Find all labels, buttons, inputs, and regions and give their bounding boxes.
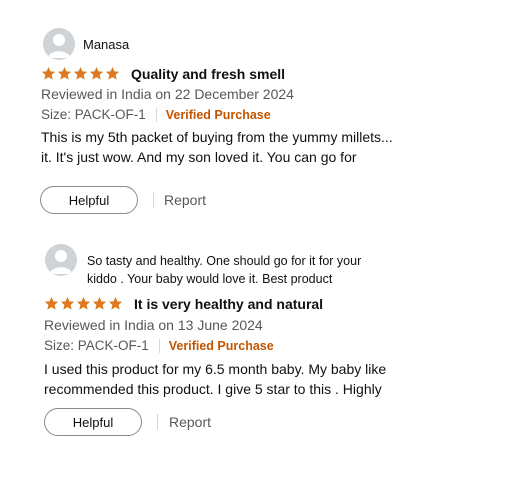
divider [158,338,160,353]
review-body-line: I used this product for my 6.5 month bab… [44,361,387,377]
review-date: Reviewed in India on 22 December 2024 [41,86,294,102]
star-filled-icon [76,296,91,310]
helpful-button[interactable]: Helpful [40,186,138,214]
review-format-line: Size: PACK-OF-1 Verified Purchase [44,338,274,353]
profile-name[interactable]: Manasa [83,37,129,52]
star-filled-icon [105,66,120,80]
user-silhouette-icon [48,34,70,58]
star-filled-icon [73,66,88,80]
verified-purchase-badge: Verified Purchase [168,338,274,353]
divider [155,107,157,122]
profile-name-line: kiddo . Your baby would love it. Best pr… [87,272,333,286]
report-link[interactable]: Report [169,414,211,430]
helpful-button[interactable]: Helpful [44,408,142,436]
star-rating[interactable] [41,66,120,81]
review-body: I used this product for my 6.5 month bab… [44,359,444,399]
report-link[interactable]: Report [164,192,206,208]
review-body: This is my 5th packet of buying from the… [41,127,441,167]
review-card: Manasa Quality and fresh smell Reviewed … [0,0,531,230]
star-filled-icon [57,66,72,80]
avatar[interactable] [43,28,75,60]
star-filled-icon [108,296,123,310]
size-label: Size: PACK-OF-1 [41,107,146,122]
avatar[interactable] [45,244,77,276]
profile-name[interactable]: So tasty and healthy. One should go for … [87,252,407,288]
review-body-line: This is my 5th packet of buying from the… [41,129,393,145]
review-body-line: recommended this product. I give 5 star … [44,381,382,397]
star-rating[interactable] [44,296,123,311]
review-body-line: it. It's just wow. And my son loved it. … [41,149,357,165]
profile-name-line: So tasty and healthy. One should go for … [87,254,362,268]
star-filled-icon [89,66,104,80]
star-filled-icon [92,296,107,310]
review-format-line: Size: PACK-OF-1 Verified Purchase [41,107,271,122]
divider [157,414,158,430]
review-title[interactable]: It is very healthy and natural [134,296,323,312]
divider [153,192,154,208]
star-filled-icon [60,296,75,310]
review-date: Reviewed in India on 13 June 2024 [44,317,263,333]
size-label: Size: PACK-OF-1 [44,338,149,353]
verified-purchase-badge: Verified Purchase [165,107,271,122]
review-card: So tasty and healthy. One should go for … [0,230,531,460]
user-silhouette-icon [50,250,72,274]
star-filled-icon [44,296,59,310]
review-title[interactable]: Quality and fresh smell [131,66,285,82]
star-filled-icon [41,66,56,80]
